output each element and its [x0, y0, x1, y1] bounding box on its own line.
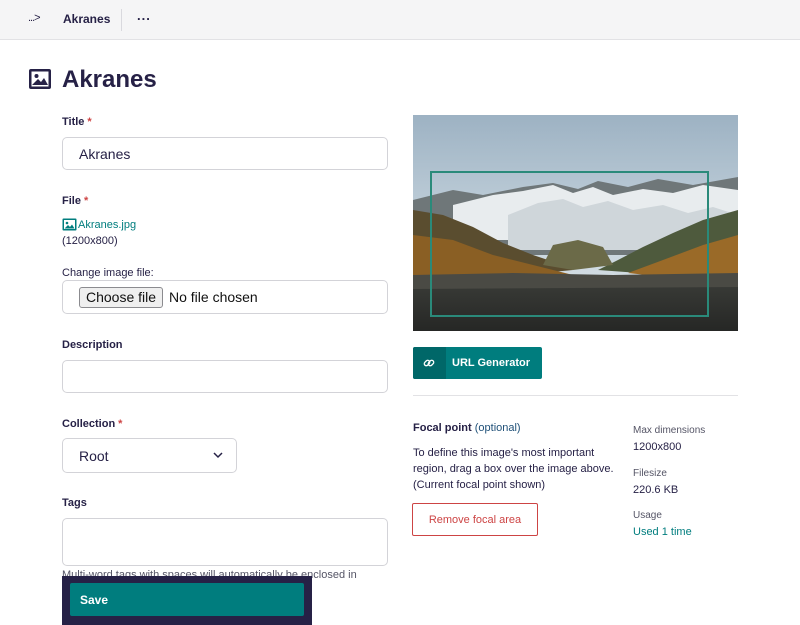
link-icon	[423, 359, 435, 367]
collection-selected-value: Root	[79, 448, 109, 464]
usage-link[interactable]: Used 1 time	[633, 526, 692, 538]
collection-label: Collection *	[62, 418, 123, 430]
focal-point-box[interactable]	[430, 171, 709, 317]
filesize-label: Filesize	[633, 468, 667, 479]
collection-select[interactable]: Root	[62, 438, 237, 473]
focal-point-heading: Focal point (optional)	[413, 422, 521, 434]
breadcrumb-current[interactable]: Akranes	[63, 12, 110, 26]
change-image-label: Change image file:	[62, 267, 154, 279]
focal-point-description: To define this image's most important re…	[413, 447, 614, 491]
save-footer: Save	[62, 576, 312, 625]
file-input[interactable]: Choose file No file chosen	[62, 280, 388, 314]
url-generator-label: URL Generator	[452, 357, 531, 369]
page-title: Akranes	[62, 66, 157, 93]
title-input[interactable]: Akranes	[62, 137, 388, 170]
save-button[interactable]: Save	[70, 583, 304, 616]
choose-file-button[interactable]: Choose file	[79, 287, 164, 308]
no-file-text: No file chosen	[169, 289, 258, 305]
remove-focal-area-button[interactable]: Remove focal area	[412, 503, 538, 536]
file-dimensions: (1200x800)	[62, 235, 118, 247]
topbar-divider	[121, 9, 122, 31]
breadcrumb-expand-icon[interactable]: ...>	[28, 12, 41, 24]
file-link[interactable]: Akranes.jpg	[62, 218, 136, 231]
more-actions-icon[interactable]: ...	[137, 8, 151, 23]
title-label: Title *	[62, 116, 92, 128]
required-mark: *	[83, 195, 89, 207]
max-dimensions-value: 1200x800	[633, 441, 682, 453]
title-input-value: Akranes	[79, 146, 131, 162]
optional-tag: (optional)	[474, 422, 521, 434]
required-mark: *	[118, 418, 123, 430]
image-preview[interactable]	[413, 115, 738, 331]
tags-input[interactable]	[62, 518, 388, 566]
top-bar: ...> Akranes ...	[0, 0, 800, 40]
image-icon	[29, 69, 51, 89]
required-mark: *	[87, 116, 92, 128]
filesize-value: 220.6 KB	[633, 484, 679, 496]
chevron-down-icon	[213, 452, 223, 459]
max-dimensions-label: Max dimensions	[633, 425, 706, 436]
tags-label: Tags	[62, 497, 87, 509]
link-icon-block	[413, 347, 446, 379]
divider	[413, 395, 738, 396]
usage-label: Usage	[633, 510, 662, 521]
description-input[interactable]	[62, 360, 388, 393]
url-generator-button[interactable]: URL Generator	[413, 347, 542, 379]
image-file-icon	[62, 218, 77, 231]
description-label: Description	[62, 339, 123, 351]
file-name[interactable]: Akranes.jpg	[78, 219, 136, 231]
file-label: File *	[62, 195, 89, 207]
